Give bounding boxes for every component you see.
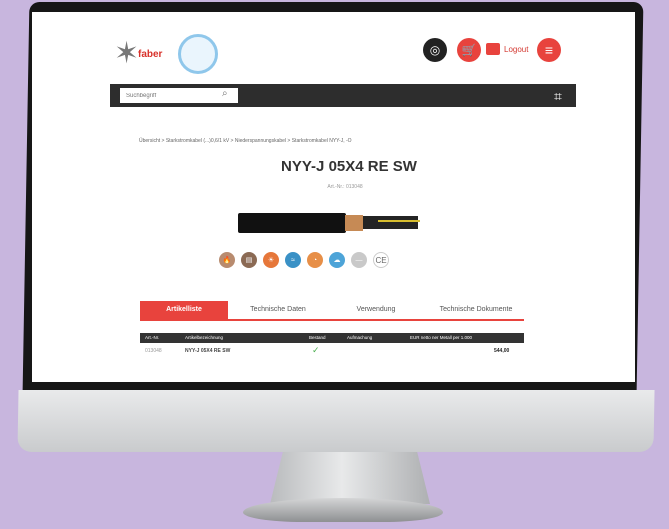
row-article-number: 013048 xyxy=(145,348,162,354)
tab-technische-dokumente[interactable]: Technische Dokumente xyxy=(428,301,524,319)
header-name: Artikelbezeichnung xyxy=(185,335,224,340)
water-icon: ≈ xyxy=(285,252,301,268)
article-number: Art.-Nr.: 013048 xyxy=(327,184,363,190)
page-title: NYY-J 05X4 RE SW xyxy=(281,158,417,175)
header-article-number: Art.-Nr. xyxy=(145,335,160,340)
tab-verwendung[interactable]: Verwendung xyxy=(336,301,416,319)
certification-badge-icon xyxy=(178,34,218,74)
table-row[interactable]: 013048 NYY-J 05X4 RE SW ✓ 544,00 xyxy=(140,345,524,357)
header-price: EUR netto ner Metall per 1.000 xyxy=(410,335,473,340)
temperature-icon: ☀ xyxy=(263,252,279,268)
monitor-stand-foot xyxy=(243,498,443,522)
cable-yellow-core xyxy=(378,220,420,222)
fire-icon: 🔥 xyxy=(219,252,235,268)
article-table-header: Art.-Nr. Artikelbezeichnung Bestand Aufm… xyxy=(140,333,524,343)
cable-core xyxy=(363,216,418,229)
search-bar: ⌕ ⌗ xyxy=(110,84,576,107)
flexible-icon: — xyxy=(351,252,367,268)
logout-button[interactable]: Logout xyxy=(486,39,528,59)
row-price: 544,00 xyxy=(494,348,510,354)
logo-star-icon: ✶ xyxy=(114,37,140,70)
cart-icon[interactable]: 🛒 xyxy=(457,38,481,62)
grid-icon[interactable]: ⌗ xyxy=(554,88,562,105)
browser-screen: ✶ faber ◎ 🛒 Logout ≡ ⌕ ⌗ Übersicht > Sta… xyxy=(32,12,635,382)
monitor-chin xyxy=(17,390,655,452)
ce-icon: CE xyxy=(373,252,389,268)
globe-icon[interactable]: ◎ xyxy=(423,38,447,62)
search-icon[interactable]: ⌕ xyxy=(222,88,228,99)
site-header: ✶ faber ◎ 🛒 Logout ≡ xyxy=(32,12,635,84)
header-packaging: Aufmachung xyxy=(347,335,373,340)
search-input[interactable] xyxy=(120,88,238,103)
property-icons: 🔥 ▤ ☀ ≈ ◔ ☁ — CE xyxy=(219,252,389,268)
soil-icon: ▤ xyxy=(241,252,257,268)
cable-outer-sheath xyxy=(238,213,346,233)
row-name[interactable]: NYY-J 05X4 RE SW xyxy=(185,348,230,354)
menu-icon[interactable]: ≡ xyxy=(537,38,561,62)
breadcrumb[interactable]: Übersicht > Starkstromkabel (...)0,6/1 k… xyxy=(139,138,459,144)
tab-artikelliste[interactable]: Artikelliste xyxy=(140,301,228,319)
product-tabs: Artikelliste Technische Daten Verwendung… xyxy=(140,301,524,321)
logout-icon xyxy=(486,43,500,55)
monitor-stand-neck xyxy=(270,452,430,504)
faber-logo[interactable]: ✶ faber xyxy=(114,39,174,77)
stock-check-icon: ✓ xyxy=(312,345,320,355)
header-stock: Bestand xyxy=(309,335,326,340)
outdoor-icon: ☁ xyxy=(329,252,345,268)
installation-icon: ◔ xyxy=(307,252,323,268)
cable-image xyxy=(238,213,420,233)
cable-copper-layer xyxy=(345,215,363,231)
logo-text: faber xyxy=(138,49,163,60)
logout-label: Logout xyxy=(504,44,529,54)
tab-technische-daten[interactable]: Technische Daten xyxy=(232,301,324,319)
